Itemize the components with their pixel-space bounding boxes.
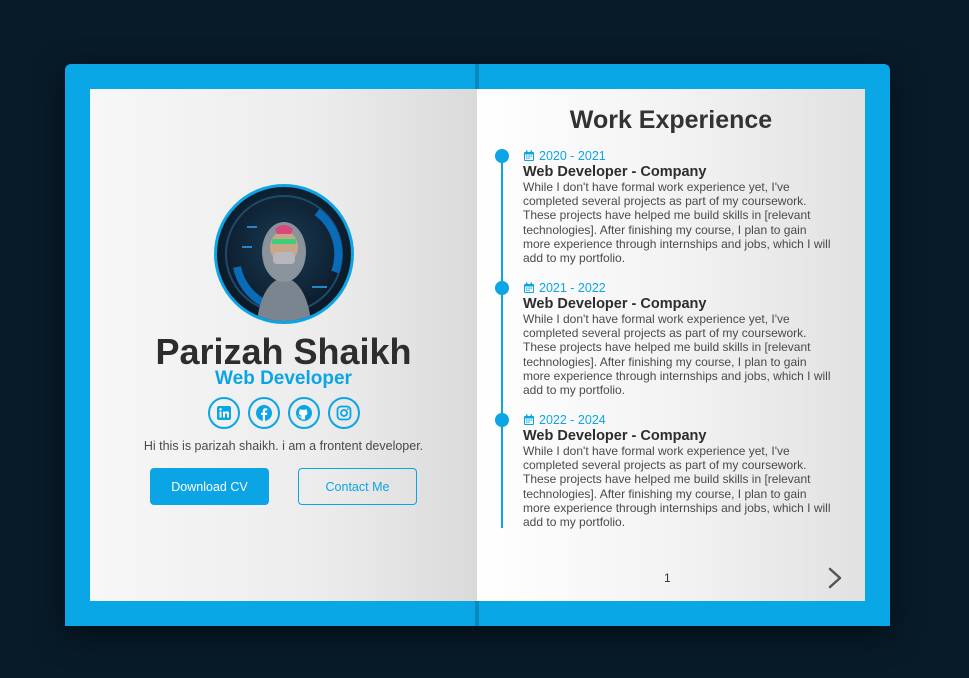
instagram-link[interactable] <box>328 397 360 429</box>
timeline-item: 2022 - 2024 Web Developer - Company Whil… <box>523 412 833 530</box>
page-number: 1 <box>664 571 671 585</box>
download-cv-button[interactable]: Download CV <box>150 468 269 505</box>
facebook-icon <box>256 405 272 421</box>
next-page-arrow-icon[interactable] <box>824 566 846 590</box>
timeline-item: 2021 - 2022 Web Developer - Company Whil… <box>523 280 833 398</box>
timeline-date-text: 2020 - 2021 <box>539 148 606 163</box>
timeline-description: While I don't have formal work experienc… <box>523 312 831 398</box>
profile-role: Web Developer <box>215 368 352 389</box>
github-icon <box>296 405 312 421</box>
timeline-date: 2022 - 2024 <box>523 412 833 427</box>
timeline-title: Web Developer - Company <box>523 296 707 312</box>
facebook-link[interactable] <box>248 397 280 429</box>
timeline-dot <box>495 413 509 427</box>
timeline-title: Web Developer - Company <box>523 428 707 444</box>
contact-me-button[interactable]: Contact Me <box>298 468 417 505</box>
avatar <box>214 184 354 324</box>
instagram-icon <box>336 405 352 421</box>
timeline-line <box>501 156 503 528</box>
calendar-icon <box>524 282 534 293</box>
section-title: Work Experience <box>569 106 773 134</box>
calendar-icon <box>524 414 534 425</box>
linkedin-link[interactable] <box>208 397 240 429</box>
timeline-date-text: 2022 - 2024 <box>539 412 606 427</box>
timeline-date: 2020 - 2021 <box>523 148 833 163</box>
profile-name: Parizah Shaikh <box>155 331 412 372</box>
timeline-date-text: 2021 - 2022 <box>539 280 606 295</box>
timeline-title: Web Developer - Company <box>523 164 707 180</box>
timeline-description: While I don't have formal work experienc… <box>523 180 831 266</box>
linkedin-icon <box>217 406 231 420</box>
timeline-item: 2020 - 2021 Web Developer - Company Whil… <box>523 148 833 266</box>
social-links <box>208 397 360 429</box>
timeline-dot <box>495 281 509 295</box>
timeline-description: While I don't have formal work experienc… <box>523 444 831 530</box>
timeline-dot <box>495 149 509 163</box>
calendar-icon <box>524 150 534 161</box>
github-link[interactable] <box>288 397 320 429</box>
profile-bio: Hi this is parizah shaikh. i am a fronte… <box>143 439 424 453</box>
timeline-date: 2021 - 2022 <box>523 280 833 295</box>
